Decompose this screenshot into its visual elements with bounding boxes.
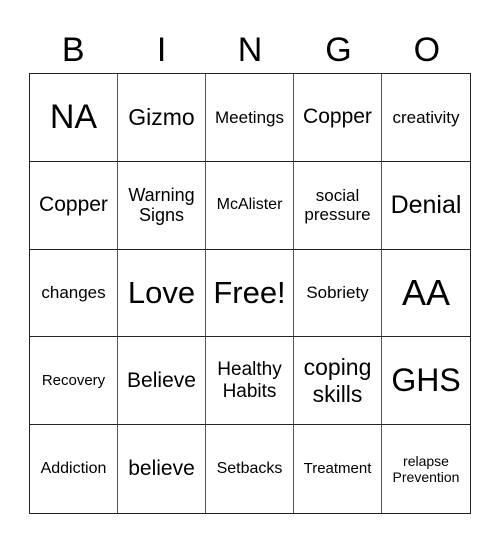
bingo-header: B I N G O xyxy=(29,28,471,72)
bingo-cell[interactable]: GHS xyxy=(382,337,470,426)
header-letter-g: G xyxy=(325,31,352,69)
bingo-card-grid: NA Gizmo Meetings Copper creativity Copper War… xyxy=(29,73,471,514)
bingo-cell[interactable]: Free! xyxy=(206,249,294,338)
bingo-cell[interactable]: Treatment xyxy=(294,425,382,513)
bingo-cell[interactable]: Warning Signs xyxy=(118,161,206,250)
header-letter-o: O xyxy=(413,31,441,69)
bingo-cell[interactable]: changes xyxy=(30,249,118,338)
bingo-cell[interactable]: Gizmo xyxy=(118,74,206,162)
bingo-cell[interactable]: Meetings xyxy=(206,74,294,162)
bingo-cell[interactable]: NA xyxy=(30,74,118,162)
bingo-cell[interactable]: Addiction xyxy=(30,425,118,513)
bingo-cell[interactable]: Healthy Habits xyxy=(206,337,294,426)
bingo-cell[interactable]: Copper xyxy=(30,161,118,250)
bingo-cell[interactable]: AA xyxy=(382,250,470,338)
bingo-cell[interactable]: McAlister xyxy=(206,161,294,250)
bingo-cell[interactable]: Believe xyxy=(118,337,206,426)
bingo-cell[interactable]: coping skills xyxy=(294,337,382,426)
bingo-cell[interactable]: creativity xyxy=(382,74,470,162)
bingo-cell[interactable]: Denial xyxy=(382,162,470,250)
bingo-cell[interactable]: believe xyxy=(118,425,206,513)
bingo-cell[interactable]: social pressure xyxy=(294,161,382,250)
bingo-cell[interactable]: Sobriety xyxy=(294,249,382,338)
bingo-cell[interactable]: Recovery xyxy=(30,337,118,426)
header-letter-n: N xyxy=(237,31,263,69)
bingo-cell[interactable]: Copper xyxy=(294,74,382,162)
header-letter-b: B xyxy=(61,31,85,69)
bingo-cell[interactable]: Setbacks xyxy=(206,425,294,513)
header-letter-i: I xyxy=(156,31,167,69)
bingo-cell[interactable]: relapse Prevention xyxy=(382,425,470,513)
bingo-cell[interactable]: Love xyxy=(118,249,206,338)
